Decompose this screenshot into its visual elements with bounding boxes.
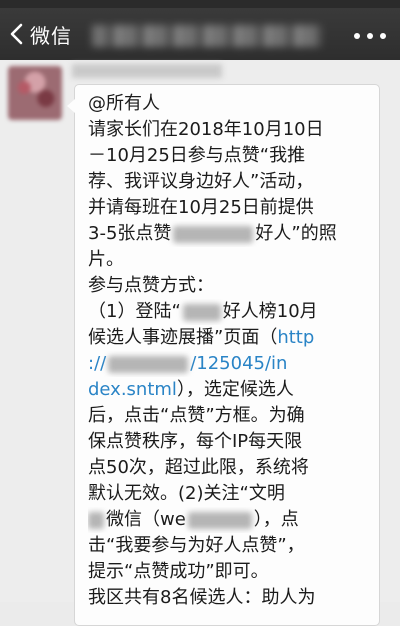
dot-icon	[380, 33, 386, 39]
message-line: 击“我要参与为好人点赞”，	[88, 535, 305, 556]
message-line: －10月25日参与点赞“我推	[88, 145, 306, 166]
message-line: （1）登陆“ 好人榜10月	[88, 299, 374, 325]
message-line: 并请每班在10月25日前提供	[88, 197, 314, 218]
text-segment: ），点	[253, 509, 299, 530]
message-line: 候选人事迹展播”页面（http	[88, 325, 374, 351]
redacted-text	[187, 511, 252, 529]
status-bar	[0, 0, 400, 8]
chat-title-redacted	[92, 25, 322, 47]
message-line: 默认无效。(2)关注“文明	[88, 483, 285, 504]
redacted-text	[108, 355, 189, 373]
back-label: 微信	[30, 23, 72, 48]
redacted-text	[173, 225, 254, 243]
bubble-arrow	[67, 99, 75, 113]
text-segment: ），选定候选人	[176, 379, 294, 400]
sender-avatar[interactable]	[8, 66, 62, 120]
message-bubble[interactable]: @所有人 请家长们在2018年10月10日 －10月25日参与点赞“我推 荐、我…	[67, 84, 380, 626]
text-segment: （1）登陆“	[88, 301, 181, 322]
message-line: 微信（we ），点	[88, 507, 374, 533]
message-line: 提示“点赞成功”即可。	[88, 561, 269, 582]
link-text[interactable]: dex.sntml	[88, 379, 177, 400]
message-line: 保点赞秩序，每个IP每天限	[88, 431, 303, 452]
link-text[interactable]: /125045/in	[190, 353, 287, 374]
text-segment: 微信（we	[106, 509, 186, 530]
link-text[interactable]: ://	[88, 353, 106, 374]
redacted-text	[88, 511, 104, 529]
dot-icon	[367, 33, 373, 39]
message-line: 参与点赞方式：	[88, 275, 214, 296]
link-text[interactable]: http	[277, 327, 314, 348]
message-line: 后，点击“点赞”方框。为确	[88, 405, 305, 426]
message-text: @所有人 请家长们在2018年10月10日 －10月25日参与点赞“我推 荐、我…	[88, 91, 374, 611]
chevron-left-icon	[10, 23, 23, 45]
chat-header: 微信	[0, 8, 400, 60]
text-segment: 好人榜10月	[222, 301, 318, 322]
chat-area[interactable]: @所有人 请家长们在2018年10月10日 －10月25日参与点赞“我推 荐、我…	[0, 60, 400, 626]
redacted-text	[182, 303, 221, 321]
more-options-button[interactable]	[354, 24, 386, 48]
text-segment: 好人”的照	[255, 223, 337, 244]
sender-name-redacted	[72, 64, 222, 78]
message-line: 点50次，超过此限，系统将	[88, 457, 309, 478]
text-segment: 3-5张点赞	[88, 223, 172, 244]
back-button[interactable]: 微信	[8, 18, 72, 50]
text-segment: 候选人事迹展播”页面（	[88, 327, 278, 348]
message-line: 3-5张点赞 好人”的照	[88, 221, 374, 247]
message-line: 请家长们在2018年10月10日	[88, 119, 324, 140]
message-line: 荐、我评议身边好人”活动，	[88, 171, 314, 192]
message-line: @所有人	[88, 93, 160, 114]
dot-icon	[354, 33, 360, 39]
message-line: :// /125045/in	[88, 351, 374, 377]
message-line: 我区共有8名候选人：助人为	[88, 587, 316, 608]
message-line: 片。	[88, 249, 124, 270]
message-line: dex.sntml），选定候选人	[88, 377, 374, 403]
